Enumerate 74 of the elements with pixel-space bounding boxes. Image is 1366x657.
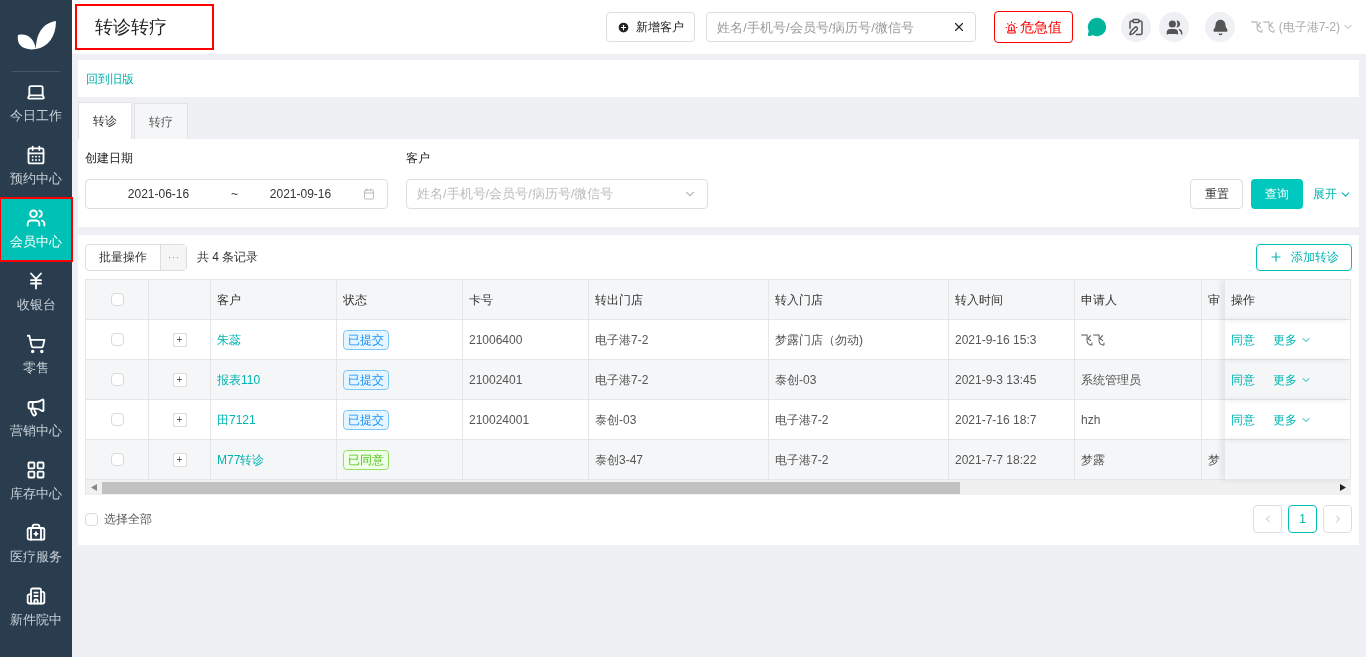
sidebar-item[interactable]: 零售	[0, 324, 72, 387]
sidebar-item[interactable]: 收银台	[0, 261, 72, 324]
bell-icon[interactable]	[1205, 12, 1236, 42]
customer-link[interactable]: M77转诊	[217, 450, 265, 469]
nav-icon	[26, 522, 46, 543]
users-icon[interactable]	[1159, 12, 1190, 42]
user-menu[interactable]: 飞飞 (电子港7-2)	[1251, 18, 1354, 36]
checkbox[interactable]	[110, 373, 124, 386]
tab[interactable]: 转疗	[134, 103, 188, 139]
sidebar-item[interactable]: 今日工作	[0, 72, 72, 135]
checkbox[interactable]	[110, 293, 124, 306]
nav-icon	[26, 333, 46, 354]
clipboard-icon[interactable]	[1121, 12, 1152, 42]
record-count: 共 4 条记录	[197, 249, 259, 266]
checkbox[interactable]	[110, 453, 124, 466]
plus-icon	[1269, 250, 1283, 264]
field-label: 客户	[406, 150, 431, 167]
new-customer-button[interactable]: 新增客户	[606, 12, 696, 42]
more-link[interactable]: 更多	[1273, 410, 1312, 429]
customer-link[interactable]: 朱蕊	[217, 330, 241, 349]
agree-link[interactable]: 同意	[1231, 330, 1255, 349]
query-button[interactable]: 查询	[1251, 179, 1303, 209]
expand-toggle[interactable]: 展开	[1313, 179, 1352, 209]
customer-link[interactable]: 田7121	[217, 410, 256, 429]
expand-button[interactable]: +	[172, 412, 187, 427]
alert-button[interactable]: 危急值	[994, 11, 1074, 43]
agree-link[interactable]: 同意	[1231, 370, 1255, 389]
siren-icon	[1005, 20, 1019, 34]
more-link[interactable]: 更多	[1273, 330, 1312, 349]
reset-button[interactable]: 重置	[1190, 179, 1243, 209]
date-range-field[interactable]: 2021-06-16 ~ 2021-09-16	[85, 179, 388, 209]
customer-link[interactable]: 报表110	[217, 370, 261, 389]
sidebar-item[interactable]: 预约中心	[0, 135, 72, 198]
chat-icon[interactable]	[1087, 17, 1108, 37]
sidebar-item[interactable]: 新件院中	[0, 576, 72, 639]
nav-icon	[26, 585, 46, 606]
prev-page-button[interactable]	[1253, 505, 1282, 533]
status-tag: 已提交	[343, 329, 389, 350]
old-version-link[interactable]: 回到旧版	[86, 69, 134, 88]
status-tag: 已提交	[343, 369, 389, 390]
sidebar-item[interactable]: 营销中心	[0, 387, 72, 450]
calendar-icon	[363, 188, 375, 200]
horizontal-scrollbar[interactable]	[86, 480, 1351, 495]
agree-link[interactable]: 同意	[1231, 410, 1255, 429]
checkbox[interactable]	[85, 512, 98, 526]
status-tag: 已同意	[343, 449, 389, 470]
scroll-right-icon[interactable]	[1340, 484, 1346, 491]
checkbox[interactable]	[110, 333, 124, 346]
checkbox[interactable]	[110, 413, 124, 426]
sidebar-item[interactable]: 库存中心	[0, 450, 72, 513]
status-tag: 已提交	[343, 409, 389, 430]
nav-icon	[26, 144, 46, 165]
search-field[interactable]: 姓名/手机号/会员号/病历号/微信号	[706, 12, 977, 42]
field-label: 创建日期	[85, 150, 134, 167]
more-button[interactable]: ···	[160, 244, 186, 270]
scroll-left-icon[interactable]	[91, 484, 97, 491]
tab[interactable]: 转诊	[78, 102, 132, 139]
expand-button[interactable]: +	[172, 332, 187, 347]
sidebar-item[interactable]: 会员中心	[0, 198, 72, 261]
more-link[interactable]: 更多	[1273, 370, 1312, 389]
next-page-button[interactable]	[1323, 505, 1352, 533]
nav-icon	[26, 207, 46, 228]
nav-icon	[26, 459, 46, 480]
page-button[interactable]: 1	[1288, 505, 1317, 533]
sidebar-item[interactable]: 医疗服务	[0, 513, 72, 576]
plus-circle-icon	[617, 20, 631, 34]
nav-icon	[26, 396, 46, 417]
select-all-label[interactable]: 选择全部	[104, 510, 152, 528]
scrollbar-thumb[interactable]	[102, 481, 960, 494]
expand-button[interactable]: +	[172, 452, 187, 467]
page-title: 转诊转疗	[75, 4, 214, 50]
add-referral-button[interactable]: 添加转诊	[1256, 243, 1352, 271]
expand-button[interactable]: +	[172, 372, 187, 387]
batch-button[interactable]: 批量操作	[86, 244, 160, 270]
